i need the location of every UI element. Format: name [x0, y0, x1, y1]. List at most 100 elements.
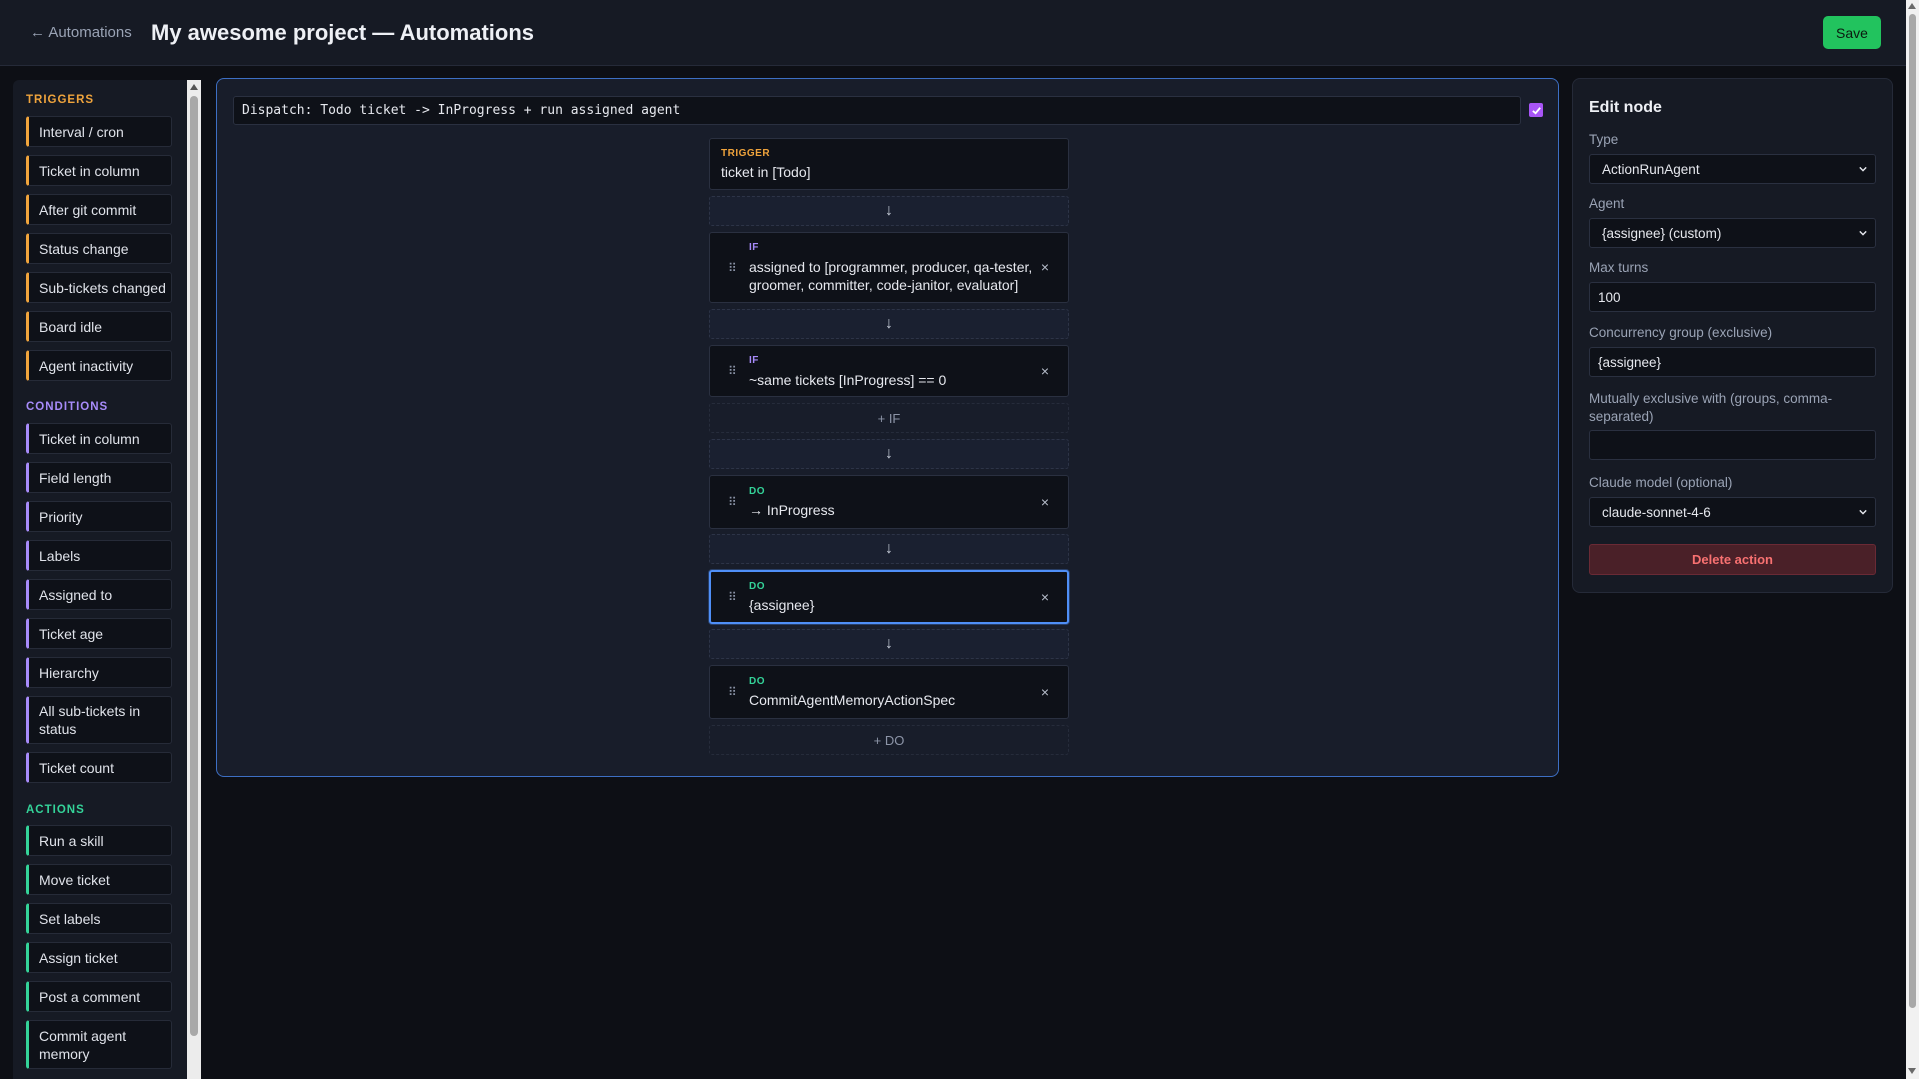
node-kind-label: TRIGGER — [721, 148, 771, 159]
palette-condition-priority[interactable]: Priority — [26, 501, 172, 532]
agent-select[interactable]: {assignee} (custom) — [1589, 218, 1876, 248]
condition-node[interactable]: ⠿ IF ~same tickets [InProgress] == 0 × — [709, 345, 1069, 397]
palette-condition-ticket-in-column[interactable]: Ticket in column — [26, 423, 172, 454]
add-condition-button[interactable]: + IF — [709, 403, 1069, 433]
scroll-down-arrow-icon[interactable] — [1908, 1068, 1916, 1074]
flow-connector: ↓ — [709, 534, 1069, 564]
max-turns-input[interactable]: 100 — [1589, 282, 1876, 312]
type-select-value: ActionRunAgent — [1602, 161, 1700, 177]
check-icon — [1531, 106, 1541, 115]
edit-panel-title: Edit node — [1589, 99, 1662, 116]
node-summary: assigned to [programmer, producer, qa-te… — [749, 259, 1033, 293]
chevron-down-icon — [1859, 166, 1867, 172]
drag-handle-icon[interactable]: ⠿ — [728, 262, 737, 274]
palette-action-move-ticket[interactable]: Move ticket — [26, 864, 172, 895]
drag-handle-icon[interactable]: ⠿ — [728, 686, 737, 698]
edit-node-panel: Edit node Type ActionRunAgent Agent {ass… — [1572, 78, 1893, 593]
palette-trigger-sub-tickets-changed[interactable]: Sub-tickets changed — [26, 272, 172, 303]
palette-action-run-a-skill[interactable]: Run a skill — [26, 825, 172, 856]
palette-condition-hierarchy[interactable]: Hierarchy — [26, 657, 172, 688]
actions-section-label: ACTIONS — [26, 804, 85, 816]
scroll-up-arrow-icon[interactable] — [190, 84, 198, 90]
flow-connector: ↓ — [709, 196, 1069, 226]
mutually-exclusive-input[interactable] — [1589, 430, 1876, 460]
palette-action-commit-agent-memory[interactable]: Commit agent memory — [26, 1020, 172, 1069]
flow-connector: ↓ — [709, 629, 1069, 659]
agent-label: Agent — [1589, 196, 1625, 211]
palette-action-assign-ticket[interactable]: Assign ticket — [26, 942, 172, 973]
triggers-section-label: TRIGGERS — [26, 94, 95, 106]
node-summary: → InProgress — [749, 502, 835, 518]
drag-handle-icon[interactable]: ⠿ — [728, 591, 737, 603]
close-icon[interactable]: × — [1038, 589, 1052, 605]
conditions-section-label: CONDITIONS — [26, 401, 109, 413]
node-summary: ticket in [Todo] — [721, 164, 811, 180]
drag-handle-icon[interactable]: ⠿ — [728, 496, 737, 508]
palette-condition-ticket-count[interactable]: Ticket count — [26, 752, 172, 783]
claude-model-select[interactable]: claude-sonnet-4-6 — [1589, 497, 1876, 527]
palette-trigger-after-git-commit[interactable]: After git commit — [26, 194, 172, 225]
scroll-up-arrow-icon[interactable] — [1908, 3, 1916, 9]
agent-select-value: {assignee} (custom) — [1602, 225, 1722, 241]
arrow-down-icon: ↓ — [885, 315, 893, 332]
arrow-down-icon: ↓ — [885, 445, 893, 462]
page-title: My awesome project — Automations — [151, 20, 535, 45]
close-icon[interactable]: × — [1038, 259, 1052, 275]
palette-condition-labels[interactable]: Labels — [26, 540, 172, 571]
palette-trigger-board-idle[interactable]: Board idle — [26, 311, 172, 342]
arrow-down-icon: ↓ — [885, 540, 893, 557]
page-scrollbar-thumb[interactable] — [1909, 14, 1916, 1008]
drag-handle-icon[interactable]: ⠿ — [728, 365, 737, 377]
palette-condition-all-sub-tickets-in-status[interactable]: All sub-tickets in status — [26, 696, 172, 744]
chevron-down-icon — [1859, 509, 1867, 515]
type-select[interactable]: ActionRunAgent — [1589, 154, 1876, 184]
back-to-automations-link[interactable]: ← Automations — [30, 24, 132, 41]
automation-canvas: TRIGGER ticket in [Todo] ↓ ⠿ IF assigned… — [216, 78, 1559, 777]
close-icon[interactable]: × — [1038, 363, 1052, 379]
concurrency-group-input[interactable]: {assignee} — [1589, 347, 1876, 377]
delete-action-button[interactable]: Delete action — [1589, 544, 1876, 575]
max-turns-label: Max turns — [1589, 260, 1649, 275]
palette-action-set-labels[interactable]: Set labels — [26, 903, 172, 934]
palette-trigger-interval[interactable]: Interval / cron — [26, 116, 172, 147]
node-kind-label: IF — [749, 242, 759, 253]
add-action-button[interactable]: + DO — [709, 725, 1069, 755]
node-summary: CommitAgentMemoryActionSpec — [749, 692, 956, 708]
chevron-down-icon — [1859, 230, 1867, 236]
palette-trigger-ticket-in-column[interactable]: Ticket in column — [26, 155, 172, 186]
automation-name-input[interactable] — [233, 96, 1521, 125]
action-node-selected[interactable]: ⠿ DO {assignee} × — [709, 570, 1069, 624]
palette-trigger-status-change[interactable]: Status change — [26, 233, 172, 264]
concurrency-group-label: Concurrency group (exclusive) — [1589, 325, 1773, 340]
node-kind-label: DO — [749, 676, 765, 687]
save-button[interactable]: Save — [1823, 16, 1881, 49]
node-kind-label: DO — [749, 486, 765, 497]
palette-condition-ticket-age[interactable]: Ticket age — [26, 618, 172, 649]
node-palette: TRIGGERS Interval / cron Ticket in colum… — [13, 80, 201, 1079]
claude-model-label: Claude model (optional) — [1589, 475, 1733, 490]
close-icon[interactable]: × — [1038, 494, 1052, 510]
palette-condition-field-length[interactable]: Field length — [26, 462, 172, 493]
flow-connector: ↓ — [709, 309, 1069, 339]
mutually-exclusive-label: Mutually exclusive with (groups, comma-s… — [1589, 391, 1833, 424]
palette-scrollbar[interactable] — [187, 80, 201, 1079]
action-node[interactable]: ⠿ DO CommitAgentMemoryActionSpec × — [709, 665, 1069, 719]
node-kind-label: DO — [749, 581, 765, 592]
page-scrollbar[interactable] — [1906, 0, 1919, 1079]
type-label: Type — [1589, 132, 1619, 147]
action-node[interactable]: ⠿ DO → InProgress × — [709, 475, 1069, 529]
palette-trigger-agent-inactivity[interactable]: Agent inactivity — [26, 350, 172, 381]
claude-model-select-value: claude-sonnet-4-6 — [1602, 504, 1711, 520]
palette-condition-assigned-to[interactable]: Assigned to — [26, 579, 172, 610]
node-kind-label: IF — [749, 355, 759, 366]
close-icon[interactable]: × — [1038, 684, 1052, 700]
arrow-down-icon: ↓ — [885, 202, 893, 219]
top-bar: ← Automations My awesome project — Autom… — [0, 0, 1906, 66]
condition-node[interactable]: ⠿ IF assigned to [programmer, producer, … — [709, 232, 1069, 303]
flow-connector: ↓ — [709, 439, 1069, 469]
palette-scrollbar-thumb[interactable] — [190, 96, 198, 1036]
enabled-checkbox[interactable] — [1529, 103, 1543, 117]
palette-action-post-a-comment[interactable]: Post a comment — [26, 981, 172, 1012]
trigger-node[interactable]: TRIGGER ticket in [Todo] — [709, 138, 1069, 190]
arrow-down-icon: ↓ — [885, 635, 893, 652]
